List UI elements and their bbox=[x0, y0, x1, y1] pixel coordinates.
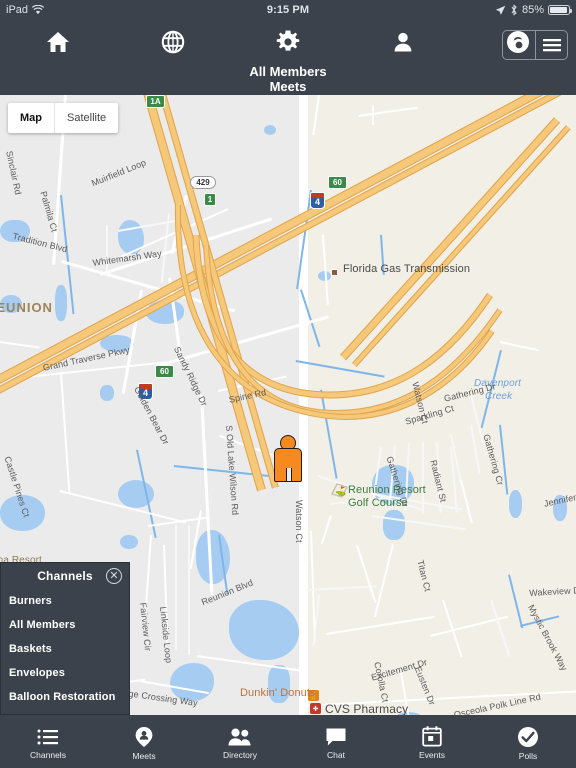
tab-label: Polls bbox=[518, 750, 538, 761]
battery-percent-label: 85% bbox=[521, 4, 544, 16]
close-circle-icon[interactable]: ✕ bbox=[106, 568, 122, 584]
view-mode-segmented-control bbox=[502, 30, 568, 60]
street-label: Muirfield Loop bbox=[90, 157, 148, 189]
eye-icon[interactable] bbox=[503, 31, 535, 59]
map-road bbox=[60, 372, 71, 493]
street-label: S Old Lake Wilson Rd bbox=[224, 425, 241, 516]
street-label: Tradition Blvd bbox=[11, 231, 69, 255]
person-icon[interactable] bbox=[346, 20, 461, 64]
list-icon bbox=[37, 729, 58, 744]
channel-list-item[interactable]: Burners bbox=[1, 589, 129, 613]
tab-label: Directory bbox=[222, 749, 257, 760]
industrial-icon bbox=[331, 269, 338, 276]
app-root: iPad 9:15 PM 85% All Members Meets 1A 42… bbox=[0, 0, 576, 768]
hamburger-menu-icon[interactable] bbox=[535, 31, 567, 59]
area-label: REUNION bbox=[0, 300, 53, 315]
map-road-s-old-lake-wilson bbox=[299, 95, 308, 715]
map-water bbox=[100, 385, 114, 401]
people-icon bbox=[228, 728, 251, 745]
status-bar: iPad 9:15 PM 85% bbox=[0, 0, 576, 20]
poi-label: Dunkin' Donuts bbox=[240, 687, 316, 699]
street-label: Watson Ct bbox=[294, 500, 304, 543]
tab-label: Events bbox=[419, 750, 445, 760]
location-arrow-icon bbox=[495, 5, 506, 15]
map-type-map-button[interactable]: Map bbox=[8, 103, 54, 133]
map-water bbox=[383, 510, 405, 540]
status-bar-right: 85% bbox=[495, 0, 572, 20]
pegman-body bbox=[274, 448, 302, 482]
bottom-tab-bar: Channels Meets Directory Chat Events Pol… bbox=[0, 715, 576, 768]
map-type-satellite-button[interactable]: Satellite bbox=[54, 103, 118, 133]
map-water bbox=[264, 125, 276, 135]
highway-shield: 60 bbox=[155, 365, 174, 378]
globe-icon[interactable] bbox=[115, 20, 230, 64]
status-bar-clock: 9:15 PM bbox=[266, 4, 310, 16]
street-label: Fairview Cir bbox=[138, 602, 154, 652]
speech-bubble-icon bbox=[326, 728, 346, 745]
channels-panel-title: Channels bbox=[37, 569, 93, 583]
gear-icon[interactable] bbox=[230, 20, 345, 64]
map-pin-person-icon bbox=[135, 726, 153, 747]
battery-icon bbox=[548, 5, 572, 15]
poi-label: Florida Gas Transmission bbox=[343, 263, 471, 275]
highway-shield: 429 bbox=[190, 176, 216, 189]
tab-directory[interactable]: Directory bbox=[192, 715, 288, 768]
map-road bbox=[175, 525, 177, 650]
map-road bbox=[372, 105, 374, 125]
channels-panel: Channels ✕ Burners All Members Baskets E… bbox=[0, 562, 130, 715]
map-type-toggle: Map Satellite bbox=[8, 103, 119, 133]
highway-shield: 4 bbox=[310, 192, 325, 209]
map-road bbox=[106, 225, 108, 275]
top-toolbar: ? All Members Meets bbox=[0, 20, 576, 95]
tab-meets[interactable]: Meets bbox=[96, 715, 192, 768]
street-label: Linkside Loop bbox=[158, 606, 174, 664]
map-road bbox=[188, 525, 190, 655]
tab-label: Meets bbox=[132, 750, 156, 761]
tab-label: Chat bbox=[327, 749, 345, 760]
map-water bbox=[55, 285, 67, 321]
page-title: All Members Meets bbox=[0, 64, 576, 94]
map-water bbox=[120, 535, 138, 549]
map-road bbox=[0, 341, 40, 349]
tab-events[interactable]: Events bbox=[384, 715, 480, 768]
channel-list-item[interactable]: All Members bbox=[1, 613, 129, 637]
channels-panel-header: Channels ✕ bbox=[1, 563, 129, 589]
tab-label: Channels bbox=[30, 749, 66, 760]
check-circle-icon bbox=[518, 726, 538, 747]
pegman-legs-gap bbox=[286, 468, 292, 481]
channel-list-item[interactable]: Balloon Restoration bbox=[1, 685, 129, 709]
home-icon[interactable] bbox=[0, 20, 115, 64]
tab-channels[interactable]: Channels bbox=[0, 715, 96, 768]
highway-shield: 60 bbox=[328, 176, 347, 189]
map-water bbox=[509, 490, 522, 518]
pharmacy-icon: ✚ bbox=[310, 703, 321, 714]
channel-list-item[interactable]: Baskets bbox=[1, 637, 129, 661]
tab-polls[interactable]: Polls bbox=[480, 715, 576, 768]
street-label: Sinclair Rd bbox=[4, 150, 24, 196]
map-water bbox=[229, 600, 299, 660]
poi-label: Reunion Resort bbox=[348, 484, 426, 496]
highway-shield: 1A bbox=[146, 95, 165, 108]
page-title-line1: All Members bbox=[249, 64, 327, 79]
page-title-line2: Meets bbox=[269, 79, 307, 94]
svg-text:⛳: ⛳ bbox=[335, 485, 346, 497]
channel-list-item[interactable]: Envelopes bbox=[1, 661, 129, 685]
toolbar-icon-row: ? bbox=[0, 20, 576, 64]
highway-shield: 1 bbox=[204, 193, 216, 206]
bluetooth-icon bbox=[511, 4, 517, 16]
calendar-icon bbox=[422, 726, 442, 747]
tab-chat[interactable]: Chat bbox=[288, 715, 384, 768]
poi-label: CVS Pharmacy bbox=[325, 702, 409, 715]
